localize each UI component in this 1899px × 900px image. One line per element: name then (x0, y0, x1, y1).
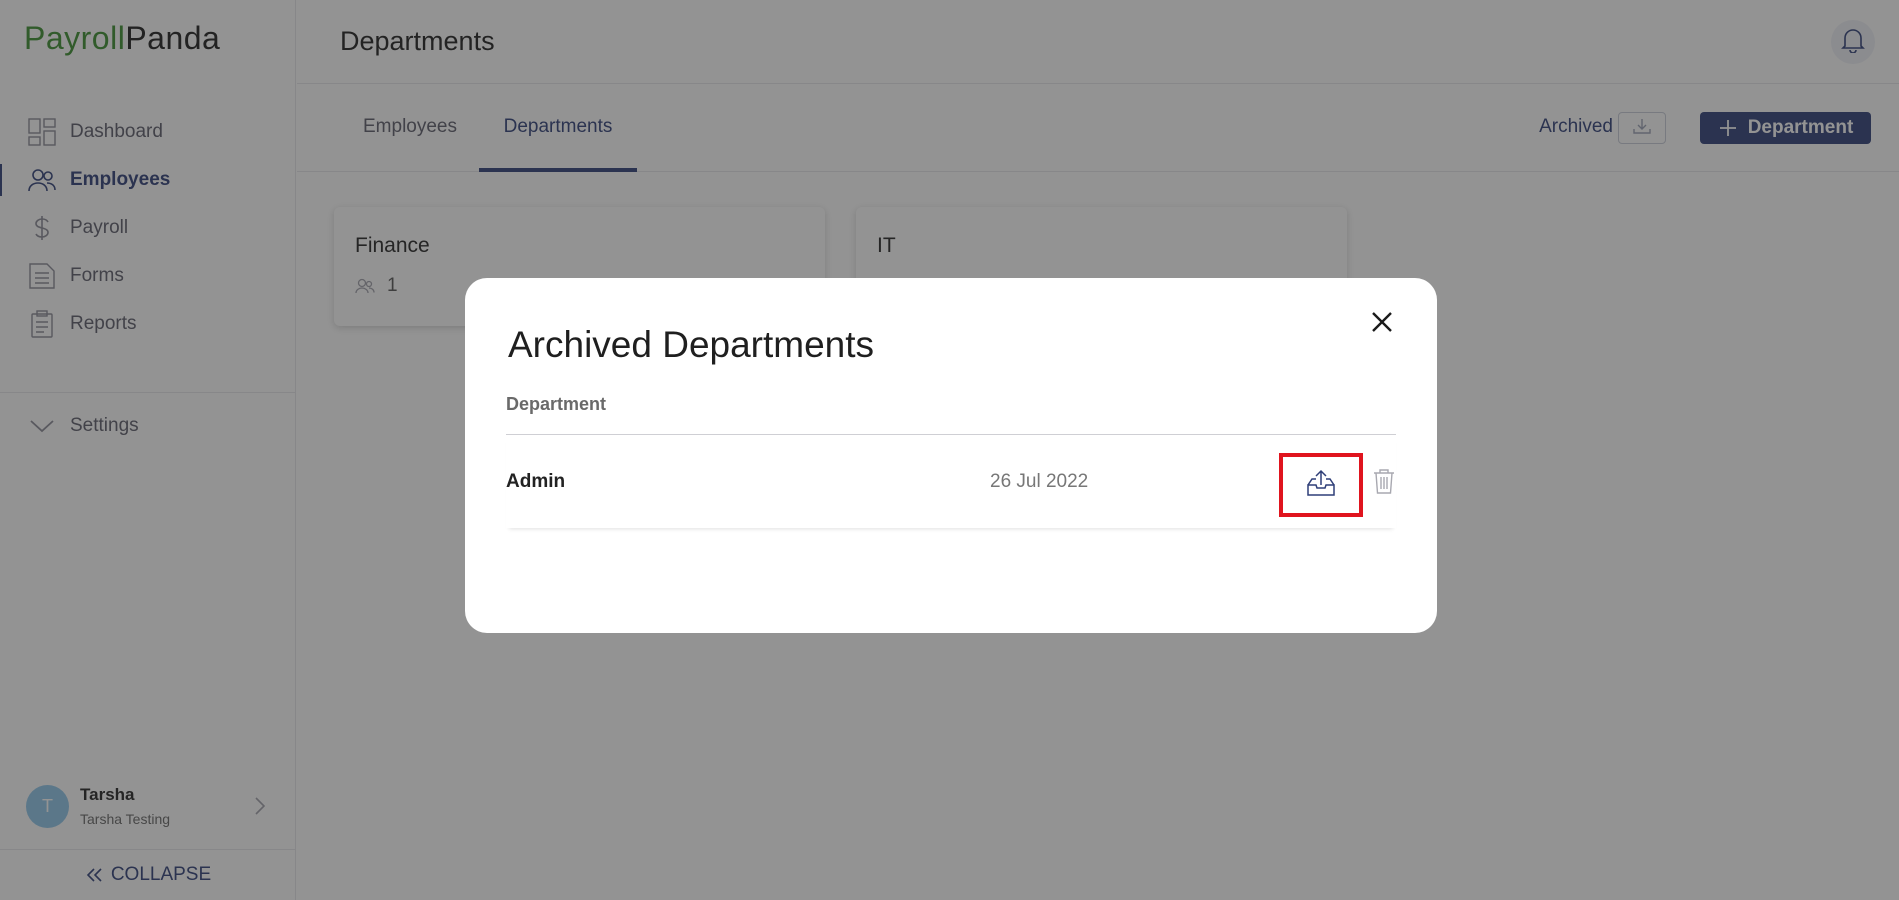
table-header-divider (506, 434, 1396, 435)
unarchive-icon (1306, 469, 1336, 502)
table-row: Admin 26 Jul 2022 (506, 436, 1396, 528)
column-header-department: Department (506, 394, 607, 414)
modal-title: Archived Departments (508, 324, 875, 365)
row-department-name: Admin (506, 471, 566, 492)
delete-button[interactable] (1371, 468, 1397, 498)
restore-button[interactable] (1279, 453, 1363, 517)
close-button[interactable] (1366, 308, 1398, 340)
close-icon (1371, 311, 1393, 338)
trash-icon (1372, 467, 1396, 500)
archived-departments-modal: Archived Departments Department Admin 26… (465, 278, 1437, 633)
row-archived-date: 26 Jul 2022 (990, 471, 1089, 492)
